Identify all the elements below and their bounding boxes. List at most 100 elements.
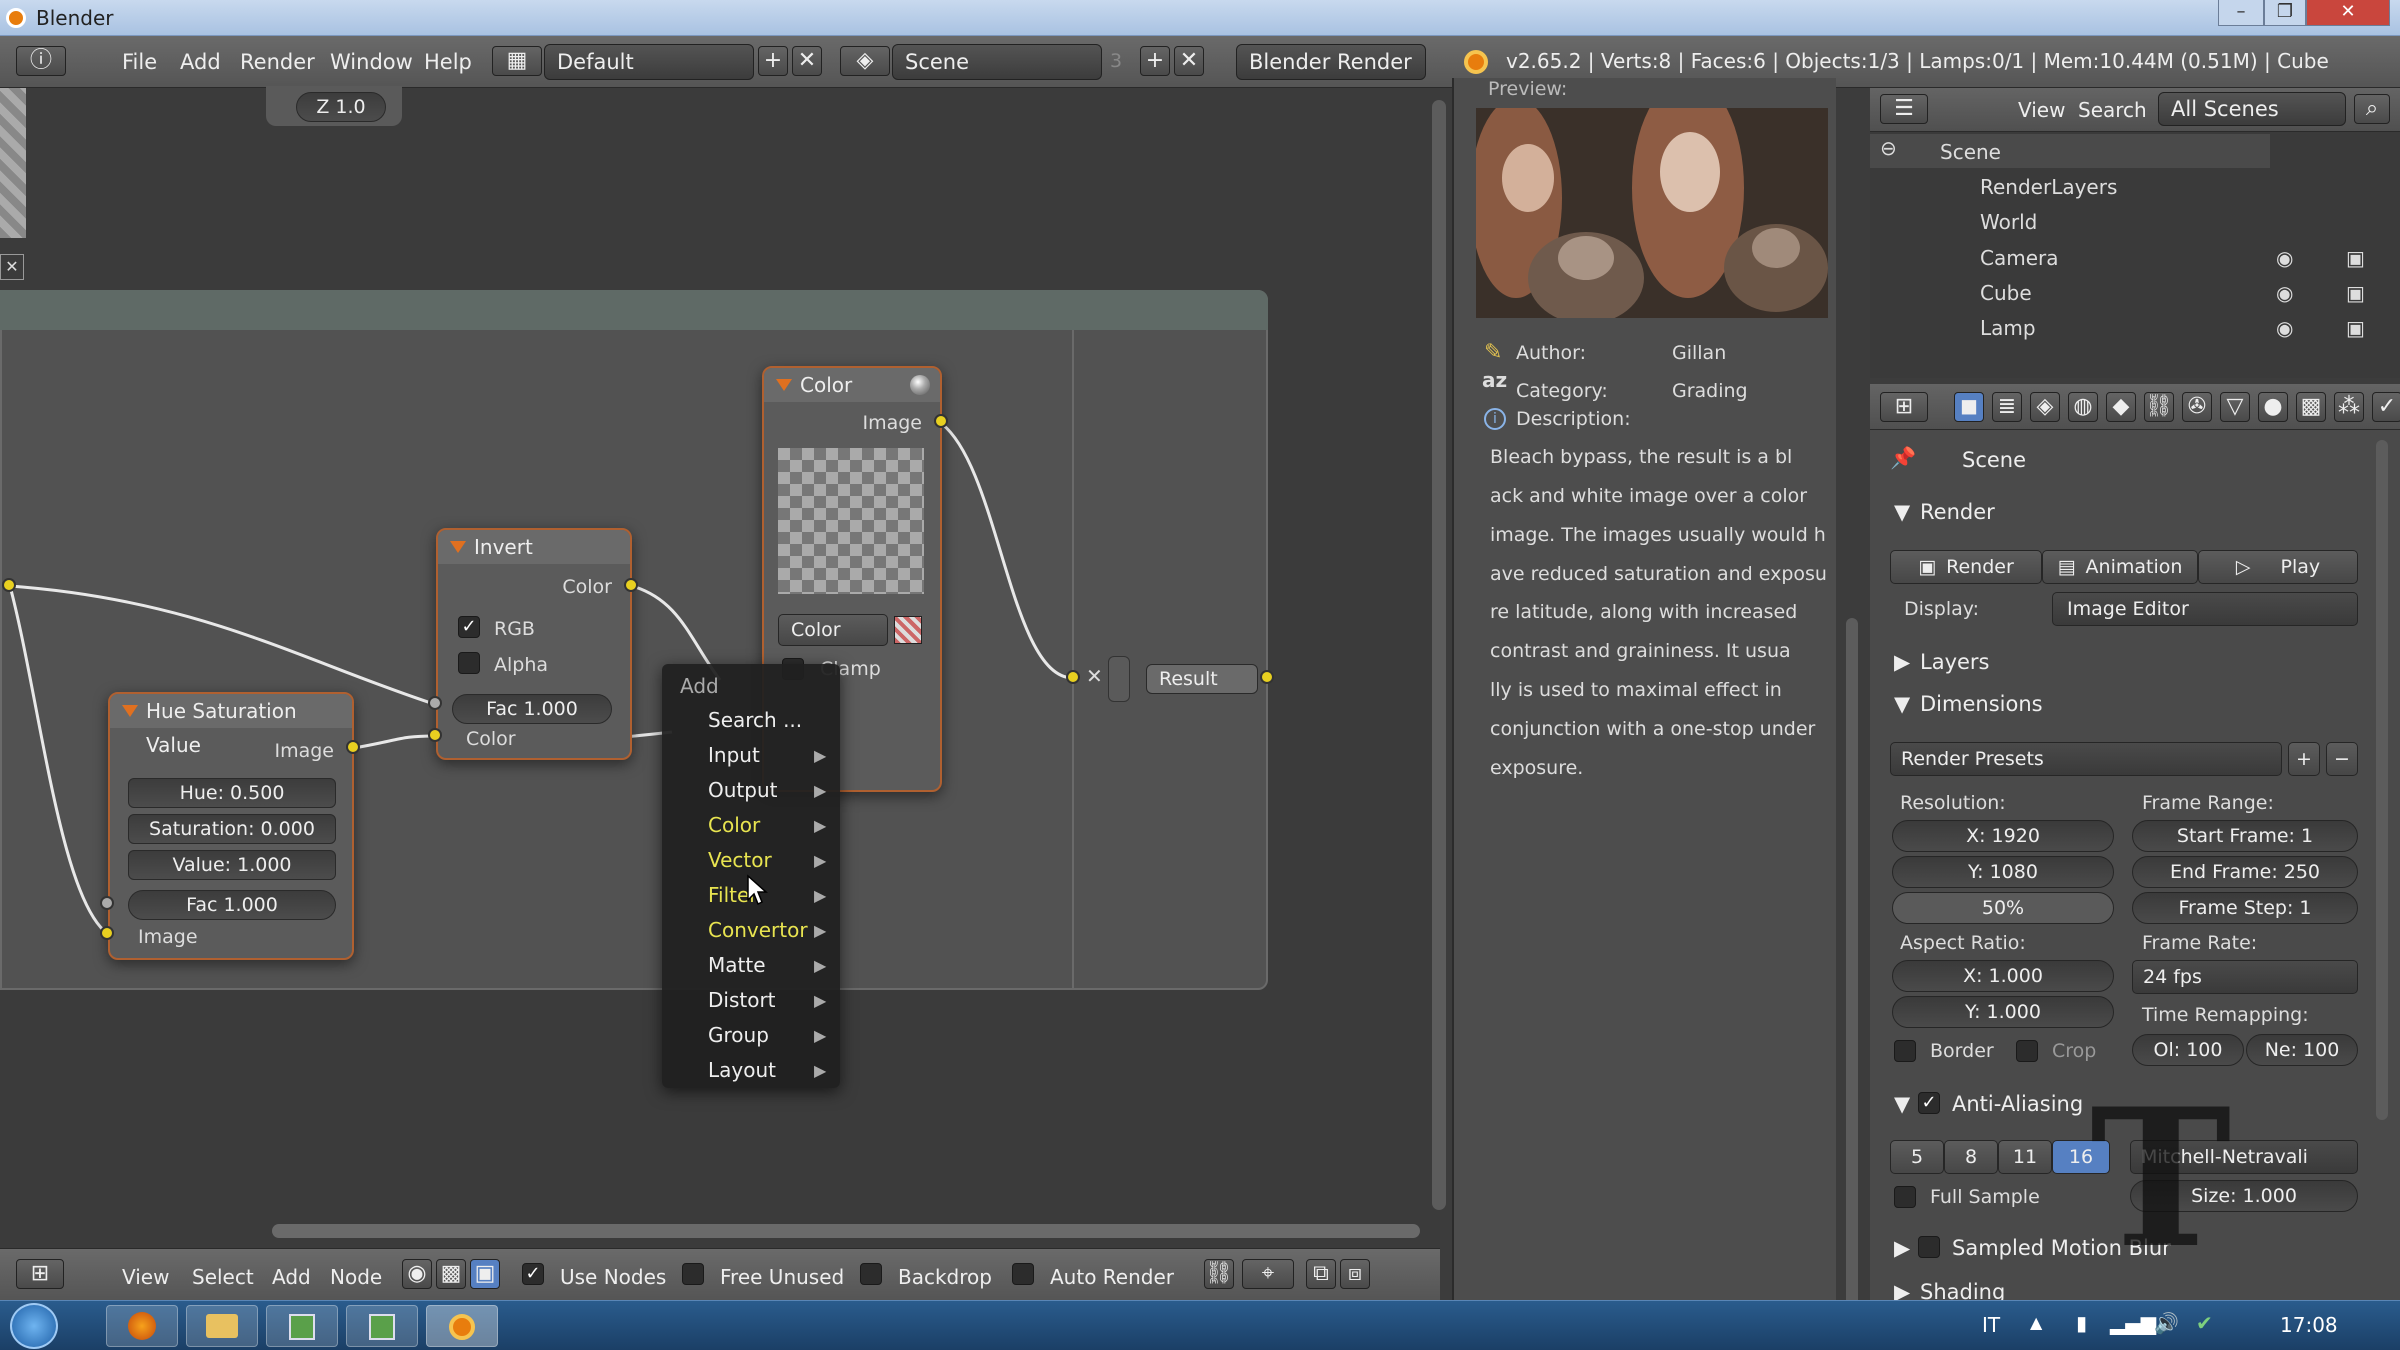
blender-taskbar-icon[interactable] bbox=[426, 1305, 498, 1347]
explorer-taskbar-icon[interactable] bbox=[186, 1305, 258, 1347]
menu-item-group[interactable]: Group bbox=[708, 1023, 769, 1047]
footer-menu-select[interactable]: Select bbox=[192, 1265, 254, 1289]
expand-icon[interactable]: ⊖ bbox=[1880, 136, 1897, 160]
render-camera-icon[interactable]: ▣ bbox=[2346, 281, 2365, 305]
menu-item-input[interactable]: Input bbox=[708, 743, 760, 767]
resolution-percentage-field[interactable]: 50% bbox=[1892, 892, 2114, 924]
copy-icon[interactable]: ⧉ bbox=[1306, 1259, 1336, 1289]
properties-editor-icon[interactable]: ⊞ bbox=[1880, 392, 1928, 422]
menu-item-color[interactable]: Color bbox=[708, 813, 760, 837]
firefox-taskbar-icon[interactable] bbox=[106, 1305, 178, 1347]
world-tab-icon[interactable]: ◍ bbox=[2068, 392, 2098, 422]
invert-fac-field[interactable]: Fac 1.000 bbox=[452, 694, 612, 724]
constraints-tab-icon[interactable]: ⛓ bbox=[2144, 392, 2174, 422]
menu-item-vector[interactable]: Vector bbox=[708, 848, 772, 872]
menu-item-distort[interactable]: Distort bbox=[708, 988, 776, 1012]
anti-aliasing-checkbox[interactable]: ✓ bbox=[1918, 1092, 1940, 1114]
display-dropdown[interactable]: Image Editor bbox=[2052, 592, 2358, 626]
editor-vertical-scrollbar[interactable] bbox=[1432, 100, 1446, 1210]
result-arrows-icon[interactable] bbox=[1108, 656, 1130, 702]
editor-type-icon[interactable]: ⊞ bbox=[16, 1259, 64, 1289]
outliner-item-cube[interactable]: Cube bbox=[1980, 281, 2032, 305]
app-taskbar-icon[interactable] bbox=[266, 1305, 338, 1347]
preset-panel-scrollbar[interactable] bbox=[1846, 618, 1858, 1318]
hsv-image-socket[interactable] bbox=[100, 926, 114, 940]
tray-signal-icon[interactable]: ▂▄▆ bbox=[2110, 1311, 2156, 1335]
texture-nodes-icon[interactable]: ▩ bbox=[436, 1259, 466, 1289]
collapse-triangle-icon[interactable] bbox=[450, 541, 466, 553]
render-camera-icon[interactable]: ▣ bbox=[2346, 246, 2365, 270]
menu-item-layout[interactable]: Layout bbox=[708, 1058, 776, 1082]
close-button[interactable]: ✕ bbox=[2306, 0, 2390, 26]
outliner-item-scene[interactable]: Scene bbox=[1940, 140, 2001, 164]
editor-horizontal-scrollbar[interactable] bbox=[272, 1224, 1420, 1238]
full-sample-checkbox[interactable] bbox=[1894, 1186, 1916, 1208]
outliner-item-renderlayers[interactable]: RenderLayers bbox=[1980, 175, 2117, 199]
hsv-fac-field[interactable]: Fac 1.000 bbox=[128, 890, 336, 920]
render-panel-header[interactable]: ▼ bbox=[1894, 500, 1910, 524]
object-tab-icon[interactable]: ◆ bbox=[2106, 392, 2136, 422]
outliner-search-icon[interactable]: ⌕ bbox=[2354, 94, 2390, 124]
invert-fac-socket[interactable] bbox=[428, 696, 442, 710]
backdrop-checkbox[interactable] bbox=[860, 1263, 882, 1285]
node-preview-toggle-icon[interactable] bbox=[910, 375, 930, 395]
app-taskbar-icon[interactable] bbox=[346, 1305, 418, 1347]
aa-samples-11[interactable]: 11 bbox=[1998, 1140, 2052, 1174]
rgb-checkbox[interactable]: ✓ bbox=[458, 616, 480, 638]
render-button[interactable]: ▣ Render bbox=[1890, 550, 2042, 584]
render-camera-icon[interactable]: ▣ bbox=[2346, 316, 2365, 340]
render-presets-dropdown[interactable]: Render Presets bbox=[1890, 742, 2282, 776]
shader-nodes-icon[interactable]: ◉ bbox=[402, 1259, 432, 1289]
remove-preset-button[interactable]: − bbox=[2326, 742, 2358, 776]
outliner-item-lamp[interactable]: Lamp bbox=[1980, 316, 2036, 340]
aspect-y-field[interactable]: Y: 1.000 bbox=[1892, 996, 2114, 1028]
motion-blur-panel-header[interactable]: ▶ bbox=[1894, 1236, 1910, 1260]
alpha-checkbox[interactable] bbox=[458, 652, 480, 674]
invert-node-header[interactable]: Invert bbox=[438, 530, 630, 564]
result-field[interactable]: Result bbox=[1146, 664, 1258, 694]
aa-samples-5[interactable]: 5 bbox=[1890, 1140, 1944, 1174]
invert-node[interactable]: Invert Color ✓ RGB Alpha Fac 1.000 Color bbox=[436, 528, 632, 760]
material-tab-icon[interactable]: ● bbox=[2258, 392, 2288, 422]
tray-volume-icon[interactable]: 🔊 bbox=[2154, 1311, 2179, 1335]
outliner-view-menu[interactable]: View bbox=[2018, 98, 2065, 122]
properties-scrollbar[interactable] bbox=[2376, 440, 2388, 1120]
eye-icon[interactable]: ◉ bbox=[2276, 281, 2293, 305]
layers-panel-header[interactable]: ▶ bbox=[1894, 650, 1910, 674]
scene-tab-icon[interactable]: ◈ bbox=[2030, 392, 2060, 422]
tray-network-icon[interactable]: ▮ bbox=[2076, 1311, 2087, 1335]
footer-menu-node[interactable]: Node bbox=[330, 1265, 382, 1289]
aspect-x-field[interactable]: X: 1.000 bbox=[1892, 960, 2114, 992]
outliner-search-menu[interactable]: Search bbox=[2078, 98, 2147, 122]
aa-samples-8[interactable]: 8 bbox=[1944, 1140, 1998, 1174]
eye-icon[interactable]: ◉ bbox=[2276, 316, 2293, 340]
frame-step-field[interactable]: Frame Step: 1 bbox=[2132, 892, 2358, 924]
play-button[interactable]: ▷ Play bbox=[2198, 550, 2358, 584]
start-button-icon[interactable] bbox=[10, 1303, 58, 1349]
fps-dropdown[interactable]: 24 fps bbox=[2132, 960, 2358, 994]
start-frame-field[interactable]: Start Frame: 1 bbox=[2132, 820, 2358, 852]
hue-field[interactable]: Hue: 0.500 bbox=[128, 778, 336, 808]
motion-blur-checkbox[interactable] bbox=[1918, 1236, 1940, 1258]
hsv-output-socket[interactable] bbox=[346, 740, 360, 754]
link-icon[interactable]: ⛓ bbox=[1204, 1259, 1234, 1289]
maximize-button[interactable]: ❐ bbox=[2264, 0, 2306, 26]
outliner-item-camera[interactable]: Camera bbox=[1980, 246, 2059, 270]
texture-tab-icon[interactable]: ▩ bbox=[2296, 392, 2326, 422]
resolution-y-field[interactable]: Y: 1080 bbox=[1892, 856, 2114, 888]
result-close-icon[interactable]: ✕ bbox=[1086, 664, 1103, 688]
resolution-x-field[interactable]: X: 1920 bbox=[1892, 820, 2114, 852]
invert-color-socket[interactable] bbox=[428, 728, 442, 742]
data-tab-icon[interactable]: ▽ bbox=[2220, 392, 2250, 422]
animation-button[interactable]: ▤ Animation bbox=[2042, 550, 2198, 584]
value-field[interactable]: Value: 1.000 bbox=[128, 850, 336, 880]
crop-checkbox[interactable] bbox=[2016, 1040, 2038, 1062]
footer-menu-add[interactable]: Add bbox=[272, 1265, 311, 1289]
eye-icon[interactable]: ◉ bbox=[2276, 246, 2293, 270]
add-preset-button[interactable]: + bbox=[2288, 742, 2320, 776]
result-output-socket[interactable] bbox=[1260, 670, 1274, 684]
physics-tab-icon[interactable]: ✓ bbox=[2372, 392, 2400, 422]
tray-arrow-icon[interactable]: ▲ bbox=[2030, 1313, 2042, 1332]
menu-item-convertor[interactable]: Convertor bbox=[708, 918, 808, 942]
outliner-filter-dropdown[interactable]: All Scenes bbox=[2158, 92, 2346, 126]
